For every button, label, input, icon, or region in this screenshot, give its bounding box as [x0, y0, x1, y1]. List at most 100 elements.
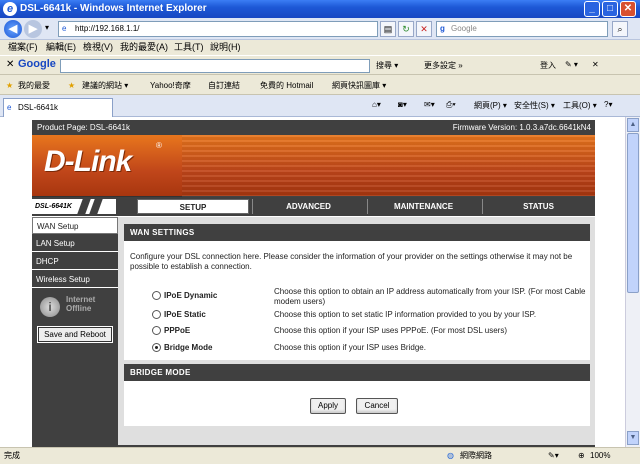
web-slice-gallery-link[interactable]: 網頁快訊圖庫 ▾	[332, 76, 386, 95]
print-icon[interactable]: ⎙▾	[446, 100, 456, 110]
radio-ipoe-dynamic[interactable]	[152, 291, 161, 300]
favorites-bar: ★ 我的最愛 ★ 建議的網站 ▾ Yahoo!奇摩 自訂連結 免費的 Hotma…	[0, 76, 640, 95]
bridge-mode-heading: BRIDGE MODE	[124, 364, 590, 381]
wan-settings-heading: WAN SETTINGS	[124, 224, 590, 241]
close-icon[interactable]: ✕	[592, 60, 599, 69]
tools-menu[interactable]: 工具(O) ▾	[563, 100, 597, 111]
sidebar-item-lan-setup[interactable]: LAN Setup	[32, 235, 118, 252]
page-icon: e	[7, 103, 12, 112]
tab-advanced[interactable]: ADVANCED	[252, 199, 364, 214]
save-and-reboot-button[interactable]: Save and Reboot	[38, 327, 112, 342]
google-toolbar: ✕ Google 搜尋 ▾ 更多設定 » 登入 ✎ ▾ ✕	[0, 55, 640, 75]
address-input[interactable]: e http://192.168.1.1/	[58, 21, 378, 37]
top-nav: DSL-6641K SETUP ADVANCED MAINTENANCE STA…	[32, 197, 595, 216]
forward-arrow-icon[interactable]: ▶	[24, 20, 42, 38]
page-icon: e	[62, 24, 67, 33]
tab-setup[interactable]: SETUP	[137, 199, 249, 214]
zoom-level[interactable]: 100%	[590, 448, 610, 464]
star-icon: ★	[6, 81, 14, 90]
ie-logo-icon: e	[3, 2, 17, 16]
logo-registered-mark: ®	[156, 141, 162, 150]
scroll-thumb[interactable]	[627, 133, 639, 293]
option-desc: Choose this option if your ISP uses PPPo…	[274, 326, 507, 335]
zoom-icon[interactable]: ⊕	[578, 448, 585, 464]
option-label: Bridge Mode	[164, 343, 213, 352]
address-bar-row: ◀ ▶ ▾ e http://192.168.1.1/ ▤ ↻ ✕ g Goog…	[0, 18, 640, 40]
option-desc: Choose this option to set static IP info…	[274, 310, 537, 319]
radio-bridge-mode[interactable]	[152, 343, 161, 352]
help-icon[interactable]: ?▾	[604, 100, 612, 109]
option-desc: Choose this option to obtain an IP addre…	[274, 287, 586, 306]
history-dropdown-icon[interactable]: ▾	[45, 23, 49, 32]
google-search-button[interactable]: 搜尋 ▾	[376, 60, 398, 71]
signin-button[interactable]: 登入	[540, 60, 556, 71]
globe-icon: ◍	[447, 451, 454, 460]
google-logo: Google	[18, 58, 56, 70]
stop-icon[interactable]: ✕	[416, 21, 432, 37]
minimize-button[interactable]: _	[584, 1, 600, 17]
cancel-button[interactable]: Cancel	[356, 398, 398, 414]
menu-file[interactable]: 檔案(F)	[8, 40, 38, 55]
vertical-scrollbar[interactable]: ▲ ▼	[625, 117, 640, 447]
tab-dsl-6641k[interactable]: e DSL-6641k	[3, 98, 113, 117]
yahoo-link[interactable]: Yahoo!奇摩	[150, 76, 191, 95]
option-label: PPPoE	[164, 326, 191, 335]
menu-favorites[interactable]: 我的最愛(A)	[120, 40, 168, 55]
menu-tools[interactable]: 工具(T)	[174, 40, 204, 55]
compatibility-view-icon[interactable]: ▤	[380, 21, 396, 37]
search-icon[interactable]: ⌕	[612, 21, 628, 37]
home-icon[interactable]: ⌂▾	[372, 100, 381, 109]
close-toolbar-icon[interactable]: ✕	[6, 59, 14, 70]
bridge-mode-panel: BRIDGE MODE Apply Cancel	[124, 364, 590, 426]
favorites-label[interactable]: 我的最愛	[18, 76, 50, 95]
menu-help[interactable]: 說明(H)	[210, 40, 241, 55]
custom-links-link[interactable]: 自訂連結	[208, 76, 240, 95]
mail-icon[interactable]: ✉▾	[424, 100, 435, 109]
radio-pppoe[interactable]	[152, 326, 161, 335]
banner-stripes	[182, 135, 595, 197]
search-input[interactable]: g Google	[436, 21, 608, 37]
scroll-up-icon[interactable]: ▲	[627, 118, 639, 132]
more-settings-button[interactable]: 更多設定 »	[424, 60, 463, 71]
page-viewport: Product Page: DSL-6641k Firmware Version…	[0, 117, 625, 447]
page-menu[interactable]: 網頁(P) ▾	[474, 100, 507, 111]
sidebar-item-wireless-setup[interactable]: Wireless Setup	[32, 271, 118, 288]
menu-view[interactable]: 檢視(V)	[83, 40, 113, 55]
tab-bar: e DSL-6641k ⌂▾ ◙▾ ✉▾ ⎙▾ 網頁(P) ▾ 安全性(S) ▾…	[0, 95, 640, 117]
slash-decoration	[77, 199, 91, 214]
suggested-sites-link[interactable]: 建議的網站 ▾	[82, 76, 128, 95]
wrench-icon[interactable]: ✎ ▾	[565, 60, 578, 69]
google-search-input[interactable]	[60, 59, 370, 73]
sidebar-item-wan-setup[interactable]: WAN Setup	[32, 217, 118, 234]
close-window-button[interactable]: ✕	[620, 1, 636, 17]
internet-status-text: Internet Offline	[66, 295, 96, 313]
model-name: DSL-6641K	[35, 203, 72, 210]
maximize-button[interactable]: □	[602, 1, 618, 17]
slash-decoration	[89, 199, 103, 214]
apply-button[interactable]: Apply	[310, 398, 346, 414]
product-bar: Product Page: DSL-6641k Firmware Version…	[32, 120, 595, 135]
internet-zone: 網際網路	[460, 451, 492, 460]
protected-mode-icon[interactable]: ✎▾	[548, 448, 559, 464]
wan-settings-panel: WAN SETTINGS Configure your DSL connecti…	[124, 224, 590, 360]
feeds-icon[interactable]: ◙▾	[398, 100, 407, 109]
option-label: IPoE Static	[164, 310, 206, 319]
add-favorite-icon[interactable]: ★	[68, 76, 75, 95]
refresh-icon[interactable]: ↻	[398, 21, 414, 37]
radio-ipoe-static[interactable]	[152, 310, 161, 319]
window-title-bar[interactable]: e DSL-6641k - Windows Internet Explorer …	[0, 0, 640, 18]
sidebar: WAN Setup LAN Setup DHCP Wireless Setup …	[32, 217, 118, 447]
tab-status[interactable]: STATUS	[482, 199, 594, 214]
dlink-logo: D-Link	[44, 145, 132, 178]
safety-menu[interactable]: 安全性(S) ▾	[514, 100, 555, 111]
search-placeholder: Google	[451, 24, 477, 33]
scroll-down-icon[interactable]: ▼	[627, 431, 639, 445]
tab-maintenance[interactable]: MAINTENANCE	[367, 199, 479, 214]
menu-edit[interactable]: 編輯(E)	[46, 40, 76, 55]
back-arrow-icon[interactable]: ◀	[4, 20, 22, 38]
wan-intro-text: Configure your DSL connection here. Plea…	[130, 252, 573, 271]
hotmail-link[interactable]: 免費的 Hotmail	[260, 76, 313, 95]
option-desc: Choose this option if your ISP uses Brid…	[274, 343, 426, 352]
info-icon: i	[40, 297, 60, 317]
sidebar-item-dhcp[interactable]: DHCP	[32, 253, 118, 270]
